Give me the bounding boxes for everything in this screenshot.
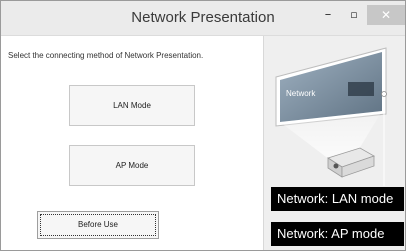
projector-lens-icon [333,163,339,169]
ap-mode-label: Network: AP mode [271,222,404,246]
screen-network-label: Network [286,89,316,98]
lan-mode-button[interactable]: LAN Mode [69,85,195,126]
instruction-text: Select the connecting method of Network … [8,51,204,60]
callout-dot [381,91,387,97]
projection-illustration: Network [275,47,387,186]
network-presentation-window: Network Presentation – ▫ ✕ Select the co… [0,0,406,251]
close-icon[interactable]: ✕ [367,5,405,25]
illustration-panel: Network Network: LAN mode Network: AP mo… [263,36,405,250]
main-content: Select the connecting method of Network … [1,36,263,250]
lan-mode-label: Network: LAN mode [271,187,404,211]
title-bar: Network Presentation – ▫ ✕ [1,1,405,36]
before-use-button[interactable]: Before Use [37,211,159,239]
minimize-icon[interactable]: – [315,5,341,25]
screen-overlay-box [348,82,374,96]
maximize-icon[interactable]: ▫ [341,5,367,25]
ap-mode-button[interactable]: AP Mode [69,145,195,186]
